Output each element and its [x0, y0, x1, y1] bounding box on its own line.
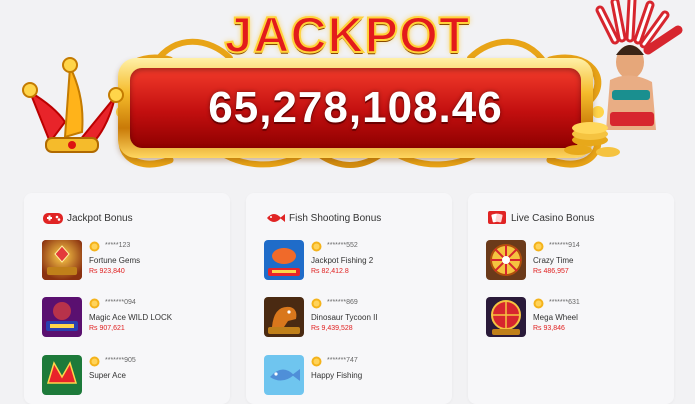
magic-ace-thumbnail[interactable]: [42, 297, 82, 337]
gamepad-icon: [43, 213, 63, 224]
jackpot-bonus-card: Jackpot Bonus *****123 Fortune Gems Rs 9…: [24, 193, 230, 404]
game-name: Happy Fishing: [311, 371, 363, 380]
jackpot-amount: 65,278,108.46: [208, 83, 503, 132]
live-casino-bonus-card: Live Casino Bonus *******914 Crazy Time …: [468, 193, 674, 404]
game-name: Jackpot Fishing 2: [311, 256, 374, 265]
coin-icon: [89, 241, 100, 252]
game-name: Fortune Gems: [89, 256, 141, 265]
jackpot-fishing-2-thumbnail[interactable]: [264, 240, 304, 280]
win-amount: Rs 486,957: [533, 268, 569, 275]
winner-username: *******905: [105, 357, 136, 364]
happy-fishing-thumbnail[interactable]: [264, 355, 304, 395]
dinosaur-tycoon-2-thumbnail[interactable]: [264, 297, 304, 337]
list-item[interactable]: *****123 Fortune Gems Rs 923,840: [42, 240, 222, 282]
super-ace-thumbnail[interactable]: [42, 355, 82, 395]
win-amount: Rs 82,412.8: [311, 268, 349, 275]
coin-icon: [311, 241, 322, 252]
fortune-gems-thumbnail[interactable]: [42, 240, 82, 280]
list-item[interactable]: *******905 Super Ace: [42, 355, 222, 397]
fish-shooting-bonus-header: Fish Shooting Bonus: [264, 209, 381, 227]
game-name: Mega Wheel: [533, 313, 578, 322]
dancer-character-icon: [564, 0, 683, 157]
list-item[interactable]: *******869 Dinosaur Tycoon II Rs 9,439,5…: [264, 297, 444, 339]
list-item[interactable]: *******094 Magic Ace WILD LOCK Rs 907,62…: [42, 297, 222, 339]
win-amount: Rs 9,439,528: [311, 325, 353, 332]
fish-shooting-bonus-card: Fish Shooting Bonus *******552 Jackpot F…: [246, 193, 452, 404]
list-item[interactable]: *******552 Jackpot Fishing 2 Rs 82,412.8: [264, 240, 444, 282]
win-amount: Rs 923,840: [89, 268, 125, 275]
win-amount: Rs 907,621: [89, 325, 125, 332]
winner-username: *******631: [549, 299, 580, 306]
game-name: Dinosaur Tycoon II: [311, 313, 378, 322]
winner-username: *******094: [105, 299, 136, 306]
winner-username: *******914: [549, 242, 580, 249]
win-amount: Rs 93,846: [533, 325, 565, 332]
winner-username: *****123: [105, 242, 131, 249]
coin-icon: [311, 298, 322, 309]
game-name: Super Ace: [89, 371, 126, 380]
fish-shooting-bonus-title: Fish Shooting Bonus: [289, 212, 382, 224]
winner-username: *******869: [327, 299, 358, 306]
live-casino-icon: [488, 211, 506, 224]
coin-icon: [533, 298, 544, 309]
list-item[interactable]: *******747 Happy Fishing: [264, 355, 444, 397]
list-item[interactable]: *******631 Mega Wheel Rs 93,846: [486, 297, 666, 339]
jackpot-bonus-title: Jackpot Bonus: [67, 212, 133, 224]
jackpot-banner: 65,278,108.46 JACKPOT: [0, 0, 695, 180]
jackpot-bonus-header: Jackpot Bonus: [42, 209, 133, 227]
mega-wheel-thumbnail[interactable]: [486, 297, 526, 337]
game-name: Crazy Time: [533, 256, 574, 265]
game-name: Magic Ace WILD LOCK: [89, 313, 173, 322]
coin-icon: [311, 356, 322, 367]
live-casino-bonus-header: Live Casino Bonus: [486, 209, 594, 227]
coin-icon: [89, 298, 100, 309]
winner-username: *******747: [327, 357, 358, 364]
crazy-time-thumbnail[interactable]: [486, 240, 526, 280]
jester-hat-icon: [22, 57, 124, 153]
live-casino-bonus-title: Live Casino Bonus: [511, 212, 595, 224]
fish-icon: [267, 214, 285, 222]
coin-icon: [533, 241, 544, 252]
winner-username: *******552: [327, 242, 358, 249]
coin-icon: [89, 356, 100, 367]
list-item[interactable]: *******914 Crazy Time Rs 486,957: [486, 240, 666, 282]
